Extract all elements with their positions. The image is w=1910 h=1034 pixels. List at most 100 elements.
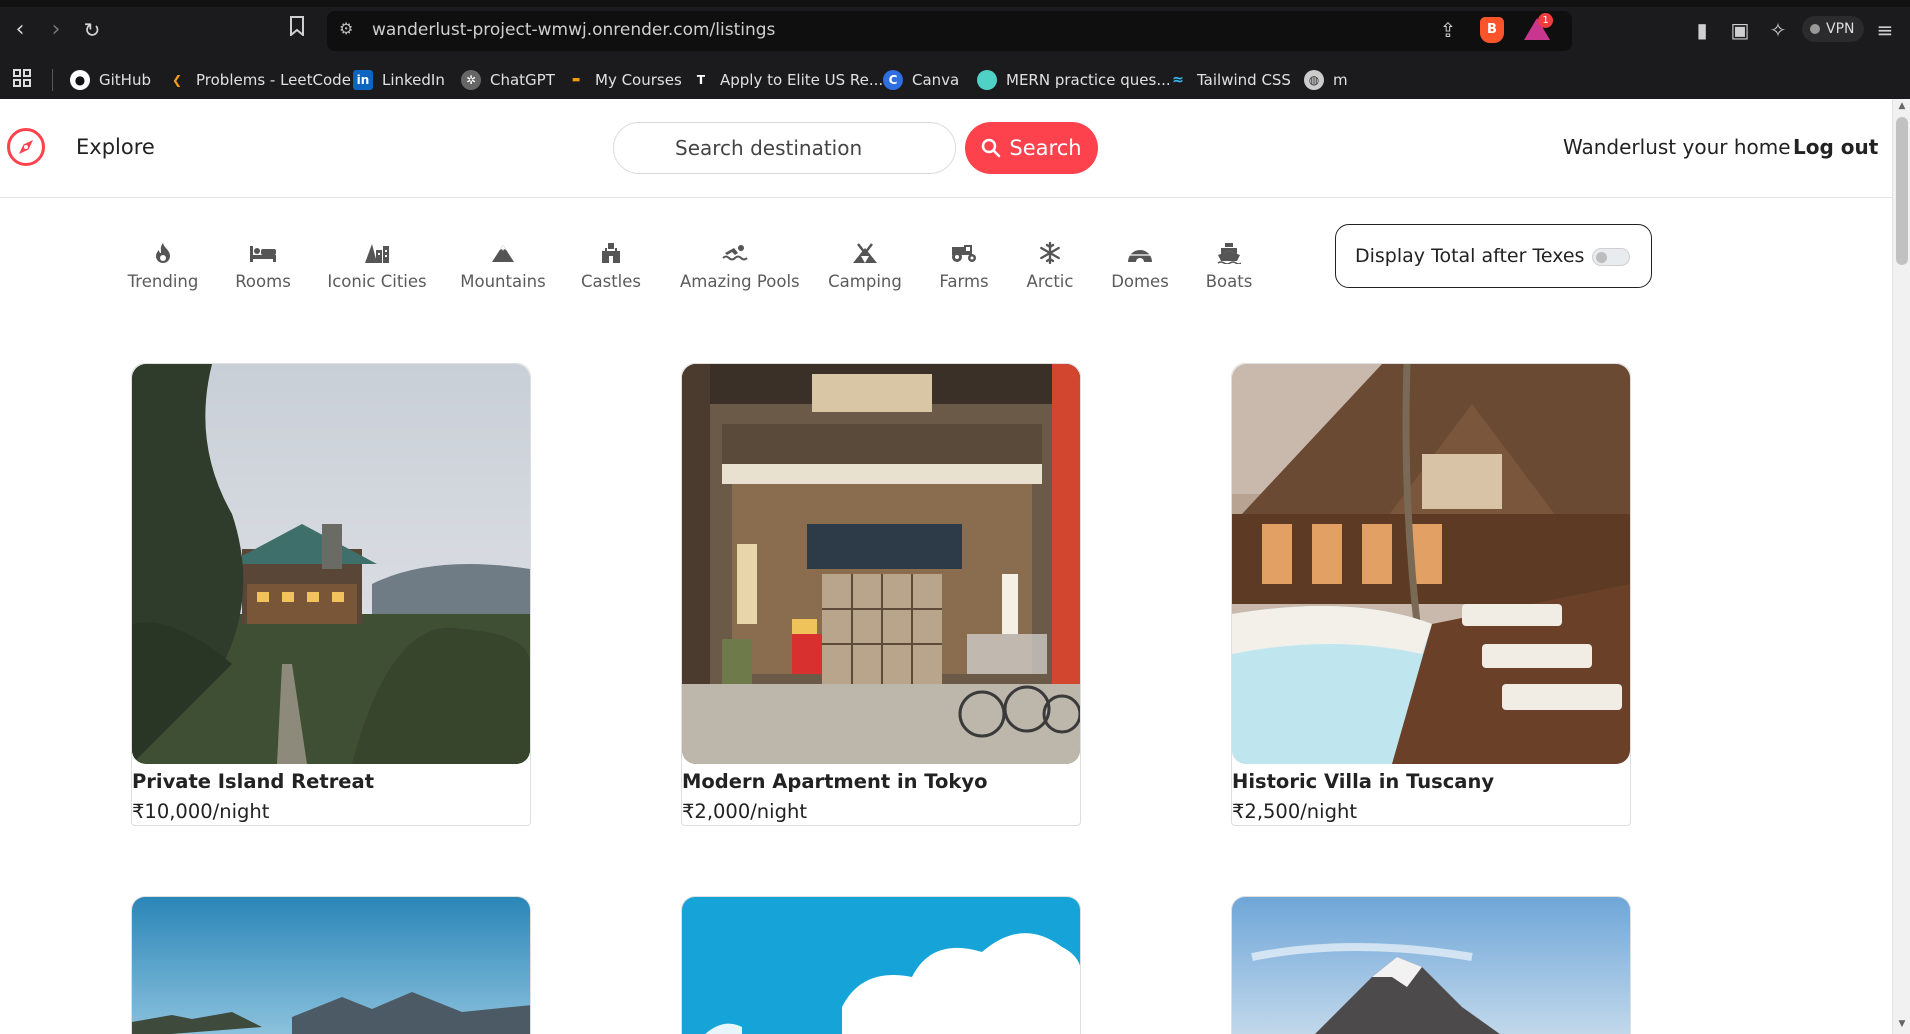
tax-toggle-switch[interactable] — [1592, 248, 1630, 266]
scroll-down-icon[interactable]: ▼ — [1897, 1019, 1907, 1029]
bookmark-canva[interactable]: C Canva — [883, 60, 959, 99]
bookmark-apply[interactable]: T Apply to Elite US Re... — [691, 60, 883, 99]
filter-label: Camping — [828, 272, 902, 291]
brave-shield-icon[interactable]: B — [1480, 17, 1504, 43]
listing-image[interactable] — [1232, 897, 1631, 1034]
bookmarks-divider — [52, 69, 53, 91]
apps-grid-icon[interactable] — [12, 68, 34, 90]
bookmark-label: m — [1333, 70, 1348, 89]
listing-image[interactable] — [132, 364, 530, 764]
page-scrollbar[interactable]: ▲ ▼ — [1892, 99, 1910, 1034]
filter-castles[interactable]: Castles — [556, 240, 666, 291]
campground-icon — [810, 240, 920, 266]
bookmark-my-courses[interactable]: ▬ My Courses — [566, 60, 682, 99]
bookmark-label: Canva — [912, 70, 960, 89]
tailwind-icon: ≈ — [1172, 71, 1184, 88]
mountain-icon — [448, 240, 558, 266]
bookmark-tailwind[interactable]: ≈ Tailwind CSS — [1168, 60, 1291, 99]
filter-label: Amazing Pools — [680, 272, 800, 291]
site-settings-icon[interactable]: ⚙ — [339, 19, 353, 38]
bookmark-label: Tailwind CSS — [1197, 70, 1291, 89]
listing-card[interactable]: Modern Apartment in Tokyo ₹2,000/night — [681, 363, 1081, 826]
filter-amazing-pools[interactable]: Amazing Pools — [680, 240, 800, 291]
listing-image[interactable] — [1232, 364, 1630, 764]
wallet-icon[interactable]: ▣ — [1725, 16, 1755, 44]
filter-iconic-cities[interactable]: Iconic Cities — [322, 240, 432, 291]
bookmark-leetcode[interactable]: ❮ Problems - LeetCode — [167, 60, 351, 99]
listing-card[interactable]: Historic Villa in Tuscany ₹2,500/night — [1231, 363, 1631, 826]
bookmark-label: GitHub — [99, 70, 151, 89]
filter-label: Iconic Cities — [327, 272, 427, 291]
reload-icon[interactable]: ↻ — [78, 16, 106, 44]
bookmark-m[interactable]: ◍ m — [1304, 60, 1348, 99]
filter-boats[interactable]: Boats — [1174, 240, 1284, 291]
forward-icon[interactable]: › — [42, 16, 70, 44]
airbnb-your-home-link[interactable]: Wanderlust your home — [1563, 135, 1791, 159]
github-icon: ● — [70, 69, 90, 90]
bookmark-label: My Courses — [595, 70, 682, 89]
explore-link[interactable]: Explore — [76, 135, 155, 159]
bookmark-mern[interactable]: MERN practice ques... — [977, 60, 1171, 99]
listing-price: ₹2,500/night — [1232, 800, 1357, 823]
filter-label: Mountains — [460, 272, 546, 291]
city-icon — [322, 240, 432, 266]
bookmarks-bar: ● GitHub ❮ Problems - LeetCode in LinkedIn … — [0, 60, 1910, 99]
filter-label: Trending — [127, 272, 199, 291]
listing-image[interactable] — [682, 897, 1081, 1034]
listing-card[interactable] — [1231, 896, 1631, 1034]
site-navbar: Explore Search Wanderlust your home Log … — [0, 99, 1892, 198]
back-icon[interactable]: ‹ — [6, 16, 34, 44]
search-button-label: Search — [1009, 136, 1082, 160]
bookmark-linkedin[interactable]: in LinkedIn — [353, 60, 445, 99]
vpn-button[interactable]: VPN — [1802, 16, 1864, 42]
listing-title: Private Island Retreat — [132, 770, 375, 793]
sidebar-icon[interactable]: ▮ — [1687, 16, 1717, 44]
listing-image[interactable] — [132, 897, 531, 1034]
logout-link[interactable]: Log out — [1793, 135, 1878, 159]
canva-icon: C — [883, 69, 903, 90]
listing-price: ₹2,000/night — [682, 800, 807, 823]
courses-icon: ▬ — [571, 74, 581, 85]
rewards-badge: 1 — [1538, 13, 1553, 28]
menu-icon[interactable]: ≡ — [1870, 16, 1900, 44]
toggle-knob — [1596, 252, 1607, 263]
listing-card[interactable] — [681, 896, 1081, 1034]
filter-mountains[interactable]: Mountains — [448, 240, 558, 291]
browser-toolbar: ‹ › ↻ ⚙ wanderlust-project-wmwj.onrender… — [0, 0, 1910, 60]
filter-label: Rooms — [235, 272, 291, 291]
tab-strip — [0, 0, 1910, 7]
address-bar[interactable]: ⚙ wanderlust-project-wmwj.onrender.com/l… — [327, 11, 1572, 51]
scrollbar-thumb[interactable] — [1896, 117, 1908, 265]
ship-icon — [1174, 240, 1284, 266]
filter-trending[interactable]: Trending — [108, 240, 218, 291]
search-button[interactable]: Search — [965, 122, 1098, 174]
bookmark-label: Apply to Elite US Re... — [720, 70, 884, 89]
search-input[interactable] — [613, 122, 956, 174]
compass-logo-icon[interactable] — [6, 127, 46, 167]
listing-card[interactable] — [131, 896, 531, 1034]
bookmark-label: MERN practice ques... — [1006, 70, 1171, 89]
bookmark-label: ChatGPT — [490, 70, 555, 89]
vpn-status-dot — [1810, 24, 1820, 34]
listing-card[interactable]: Private Island Retreat ₹10,000/night — [131, 363, 531, 826]
bookmark-chatgpt[interactable]: ✲ ChatGPT — [461, 60, 555, 99]
url-text[interactable]: wanderlust-project-wmwj.onrender.com/lis… — [372, 20, 775, 40]
scroll-up-icon[interactable]: ▲ — [1897, 101, 1907, 111]
search-icon — [982, 138, 1001, 158]
listing-price: ₹10,000/night — [132, 800, 270, 823]
turing-icon: T — [696, 72, 706, 87]
listing-title: Historic Villa in Tuscany — [1232, 770, 1495, 793]
filter-rooms[interactable]: Rooms — [208, 240, 318, 291]
bookmark-github[interactable]: ● GitHub — [70, 60, 151, 99]
vpn-label: VPN — [1826, 21, 1855, 37]
listing-image[interactable] — [682, 364, 1080, 764]
leo-ai-icon[interactable]: ✧ — [1763, 16, 1793, 44]
castle-icon — [556, 240, 666, 266]
share-icon[interactable]: ⇪ — [1433, 16, 1463, 44]
filter-camping[interactable]: Camping — [810, 240, 920, 291]
linkedin-icon: in — [353, 69, 373, 90]
chatgpt-icon: ✲ — [461, 69, 481, 90]
filter-label: Boats — [1205, 272, 1253, 291]
bookmark-icon[interactable] — [283, 16, 311, 44]
leetcode-icon: ❮ — [171, 72, 183, 87]
